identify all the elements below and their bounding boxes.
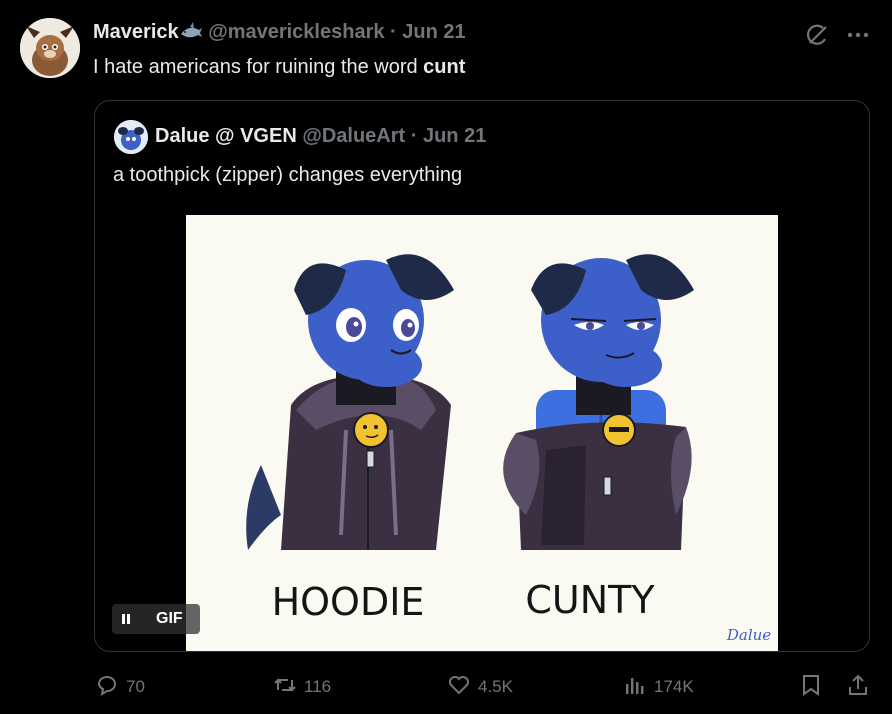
heart-icon bbox=[446, 672, 472, 703]
repost-icon bbox=[272, 672, 298, 703]
caption-cunty: CUNTY bbox=[525, 578, 655, 622]
author-display-name[interactable]: Maverick bbox=[93, 21, 179, 43]
quote-author-handle[interactable]: @DalueArt bbox=[302, 125, 405, 147]
share-button[interactable] bbox=[845, 673, 871, 701]
repost-button[interactable]: 116 bbox=[272, 673, 331, 701]
quote-author-display-name[interactable]: Dalue @ VGEN bbox=[155, 125, 297, 147]
tweet-text-bold: cunt bbox=[423, 56, 466, 78]
bookmark-button[interactable] bbox=[798, 673, 824, 701]
like-count: 4.5K bbox=[478, 677, 513, 696]
reply-button[interactable]: 70 bbox=[94, 673, 145, 701]
share-icon bbox=[845, 672, 871, 703]
caption-hoodie: HOODIE bbox=[272, 580, 425, 624]
author-name-line: Maverick @maverickleshark · Jun 21 bbox=[93, 21, 466, 44]
tweet-date[interactable]: Jun 21 bbox=[402, 21, 465, 43]
quote-author-line: Dalue @ VGEN @DalueArt · Jun 21 bbox=[155, 125, 486, 148]
meta-separator: · bbox=[384, 21, 403, 43]
quote-text: a toothpick (zipper) changes everything bbox=[113, 164, 463, 186]
views-icon bbox=[622, 672, 648, 703]
repost-count: 116 bbox=[304, 677, 332, 696]
views-count: 174K bbox=[654, 677, 694, 696]
quote-author-avatar[interactable] bbox=[114, 120, 148, 154]
author-handle[interactable]: @maverickleshark bbox=[208, 21, 384, 43]
shark-emoji-icon bbox=[179, 21, 203, 43]
reply-count: 70 bbox=[126, 677, 145, 696]
views-button[interactable]: 174K bbox=[622, 673, 694, 701]
quote-date[interactable]: Jun 21 bbox=[423, 125, 486, 147]
quote-media-gif[interactable]: HOODIE CUNTY Dalue bbox=[186, 215, 778, 651]
grok-icon[interactable] bbox=[804, 22, 830, 53]
author-avatar[interactable] bbox=[20, 18, 80, 78]
artist-signature: Dalue bbox=[726, 626, 771, 644]
reply-icon bbox=[94, 672, 120, 703]
gif-badge: GIF bbox=[156, 610, 183, 627]
gif-play-pause-button[interactable]: GIF bbox=[112, 604, 200, 634]
bookmark-icon bbox=[798, 672, 824, 703]
tweet-text: I hate americans for ruining the word cu… bbox=[93, 56, 465, 79]
more-icon[interactable] bbox=[845, 22, 871, 53]
like-button[interactable]: 4.5K bbox=[446, 673, 513, 701]
pause-icon[interactable] bbox=[122, 614, 132, 624]
tweet-text-prefix: I hate americans for ruining the word bbox=[93, 56, 424, 78]
quote-meta-separator: · bbox=[405, 125, 423, 147]
gif-illustration: HOODIE CUNTY Dalue bbox=[186, 215, 778, 651]
